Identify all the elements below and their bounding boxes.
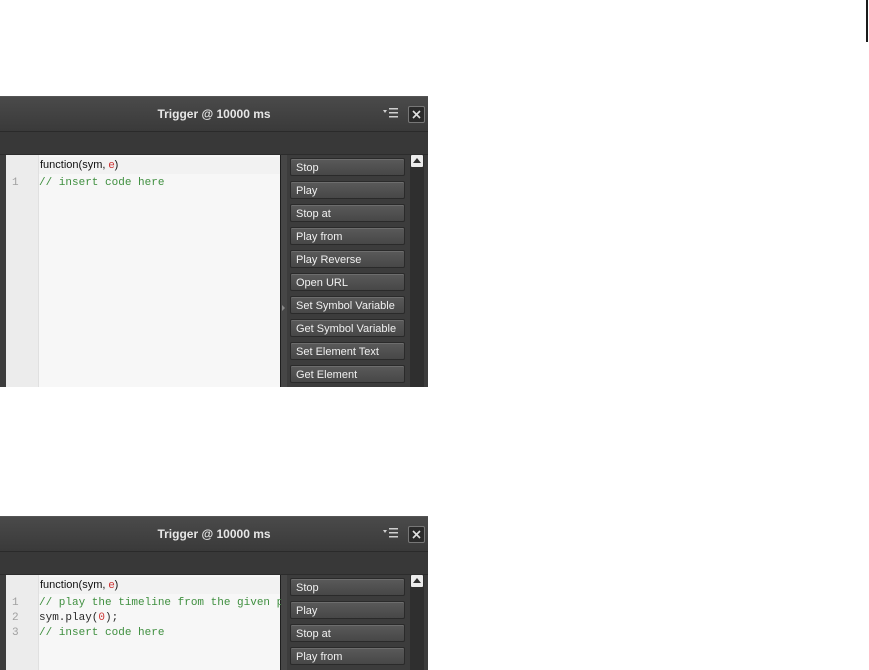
action-button-play-reverse[interactable]: Play Reverse: [290, 250, 405, 268]
code-line[interactable]: 1 // insert code here: [6, 175, 280, 191]
line-number: 2: [12, 612, 19, 624]
line-text: // insert code here: [39, 625, 164, 641]
editor-splitter[interactable]: [281, 575, 287, 670]
action-button-play-from[interactable]: Play from: [290, 647, 405, 665]
action-button-stop[interactable]: Stop: [290, 578, 405, 596]
panel-menu-icon[interactable]: [382, 106, 400, 120]
function-signature: function(sym, e): [39, 157, 280, 174]
function-suffix: ): [114, 579, 119, 591]
scroll-up-arrow-icon[interactable]: [411, 575, 423, 587]
action-button-play-from[interactable]: Play from: [290, 227, 405, 245]
action-button-get-symbol-variable[interactable]: Get Symbol Variable: [290, 319, 405, 337]
action-button-stop-at[interactable]: Stop at: [290, 204, 405, 222]
splitter-grip-icon: [282, 305, 285, 311]
action-button-stop-at[interactable]: Stop at: [290, 624, 405, 642]
page-edge-marker: [866, 0, 868, 42]
line-number: 1: [12, 597, 19, 609]
function-prefix: function(sym,: [40, 579, 109, 591]
code-line[interactable]: 1 // play the timeline from the given p: [6, 595, 283, 611]
code-token: // insert code here: [39, 627, 165, 639]
action-button-set-symbol-variable[interactable]: Set Symbol Variable: [290, 296, 405, 314]
scroll-up-arrow-icon[interactable]: [411, 155, 423, 167]
action-button-list: Stop Play Stop at Play from: [288, 575, 408, 670]
panel-toolbar-strip: [0, 552, 428, 575]
action-button-play[interactable]: Play: [290, 601, 405, 619]
close-icon[interactable]: [408, 106, 425, 123]
code-line[interactable]: 3 // insert code here: [6, 625, 280, 641]
code-line[interactable]: 2 sym.play(0);: [6, 610, 280, 626]
line-text: // play the timeline from the given p: [39, 595, 283, 611]
editor-splitter[interactable]: [281, 155, 287, 387]
action-button-open-url[interactable]: Open URL: [290, 273, 405, 291]
panel-toolbar-strip: [0, 132, 428, 155]
trigger-panel-1: Trigger @ 10000 ms function(sym, e) 1 // …: [0, 96, 428, 387]
line-text: // insert code here: [39, 175, 164, 191]
close-icon[interactable]: [408, 526, 425, 543]
action-button-stop[interactable]: Stop: [290, 158, 405, 176]
code-token: sym.play(: [39, 612, 99, 624]
action-button-set-element-text[interactable]: Set Element Text: [290, 342, 405, 360]
code-token: // insert code here: [39, 177, 165, 189]
code-editor[interactable]: function(sym, e) 1 // insert code here: [6, 155, 281, 387]
line-number: 1: [12, 177, 19, 189]
code-token: );: [105, 612, 119, 624]
code-token: // play the timeline from the given p: [39, 597, 284, 609]
panel-titlebar: Trigger @ 10000 ms: [0, 97, 428, 132]
line-text: sym.play(0);: [39, 610, 118, 626]
trigger-panel-2: Trigger @ 10000 ms function(sym, e) 1 // …: [0, 516, 428, 670]
function-prefix: function(sym,: [40, 159, 109, 171]
action-button-list: Stop Play Stop at Play from Play Reverse Open…: [288, 155, 408, 387]
actions-scrollbar[interactable]: [410, 155, 424, 387]
panel-menu-icon[interactable]: [382, 526, 400, 540]
panel-title: Trigger @ 10000 ms: [157, 107, 271, 121]
action-button-get-element[interactable]: Get Element: [290, 365, 405, 383]
function-signature: function(sym, e): [39, 577, 280, 594]
actions-scrollbar[interactable]: [410, 575, 424, 670]
line-number: 3: [12, 627, 19, 639]
function-suffix: ): [114, 159, 119, 171]
panel-title: Trigger @ 10000 ms: [157, 527, 271, 541]
code-editor[interactable]: function(sym, e) 1 // play the timeline f…: [6, 575, 283, 670]
action-button-play[interactable]: Play: [290, 181, 405, 199]
panel-titlebar: Trigger @ 10000 ms: [0, 517, 428, 552]
